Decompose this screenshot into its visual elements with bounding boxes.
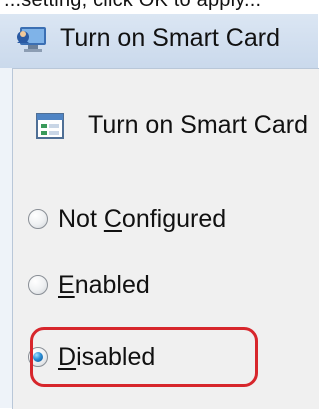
cropped-instruction-text: ...setting, click OK to apply... <box>4 0 262 11</box>
selected-option-highlight <box>30 327 258 387</box>
label-prefix: Not <box>58 204 104 233</box>
title-bar: Turn on Smart Card <box>0 14 318 68</box>
radio-not-configured[interactable]: Not Configured <box>28 201 226 237</box>
label-suffix: onfigured <box>121 204 227 233</box>
window-title: Turn on Smart Card <box>60 24 280 52</box>
radio-not-configured-control[interactable] <box>28 209 48 229</box>
radio-not-configured-label[interactable]: Not Configured <box>58 205 226 234</box>
computer-user-icon <box>17 27 46 52</box>
radio-enabled-control[interactable] <box>28 275 48 295</box>
policy-heading: Turn on Smart Card <box>88 111 308 139</box>
label-suffix: nabled <box>74 270 150 299</box>
mnemonic: C <box>103 204 122 233</box>
policy-setting-icon <box>36 113 64 139</box>
radio-enabled-label[interactable]: Enabled <box>58 271 150 300</box>
radio-enabled[interactable]: Enabled <box>28 267 150 303</box>
mnemonic: E <box>58 270 75 299</box>
